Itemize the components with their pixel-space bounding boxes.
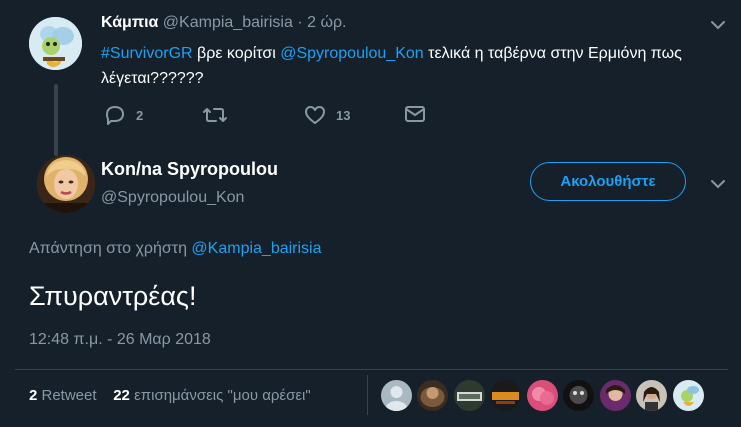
liker-avatar[interactable]	[417, 380, 448, 411]
parent-tweet-text-part1: βρε κορίτσι	[192, 45, 281, 62]
chevron-down-icon[interactable]	[710, 178, 726, 190]
header-separator: ·	[297, 14, 303, 31]
liker-avatar[interactable]	[527, 380, 558, 411]
retweet-icon	[203, 108, 227, 122]
liker-avatar[interactable]	[490, 380, 521, 411]
like-button[interactable]: 13	[304, 105, 350, 125]
main-author-name[interactable]: Kon/na Spyropoulou	[101, 159, 278, 180]
parent-author-name[interactable]: Κάμπια	[101, 14, 158, 31]
liker-avatar[interactable]	[381, 380, 412, 411]
reply-context: Απάντηση στο χρήστη @Kampia_bairisia	[29, 240, 322, 258]
heart-icon	[305, 106, 325, 124]
like-stat[interactable]: 22 επισημάνσεις "μου αρέσει"	[113, 387, 311, 404]
main-author-avatar[interactable]	[37, 155, 95, 213]
thread-connector-line	[54, 84, 58, 156]
like-count: 13	[336, 107, 351, 123]
liker-avatar[interactable]	[563, 380, 594, 411]
main-tweet-text: Σπυραντρέας!	[29, 281, 197, 311]
liker-avatar[interactable]	[673, 380, 704, 411]
liker-avatar[interactable]	[454, 380, 485, 411]
reply-mention-link[interactable]: @Kampia_bairisia	[191, 240, 321, 257]
reply-button[interactable]: 2	[104, 105, 143, 125]
chevron-down-icon[interactable]	[710, 19, 726, 31]
parent-tweet-header: Κάμπια @Kampia_bairisia · 2 ώρ.	[101, 14, 347, 32]
parent-tweet-text: #SurvivorGR βρε κορίτσι @Spyropoulou_Kon…	[101, 41, 716, 91]
parent-author-avatar[interactable]	[29, 17, 82, 70]
liker-avatar[interactable]	[636, 380, 667, 411]
retweet-button[interactable]	[202, 105, 228, 125]
retweet-stat-label: Retweet	[37, 387, 97, 404]
mention-link[interactable]: @Spyropoulou_Kon	[280, 45, 423, 62]
hashtag-link[interactable]: #SurvivorGR	[101, 45, 193, 62]
parent-author-handle[interactable]: @Kampia_bairisia	[163, 14, 293, 31]
like-stat-count: 22	[113, 387, 130, 404]
follow-button[interactable]: Ακολουθήστε	[530, 162, 686, 201]
divider	[15, 369, 728, 370]
reply-prefix: Απάντηση στο χρήστη	[29, 240, 192, 257]
stats-separator	[367, 375, 368, 415]
envelope-icon	[405, 106, 425, 122]
main-author-handle[interactable]: @Spyropoulou_Kon	[101, 189, 244, 207]
tweet-stats: 2 Retweet 22 επισημάνσεις "μου αρέσει"	[29, 387, 311, 404]
liker-avatar[interactable]	[600, 380, 631, 411]
reply-count: 2	[136, 107, 144, 123]
reply-icon	[106, 106, 124, 125]
parent-tweet-time[interactable]: 2 ώρ.	[307, 14, 346, 31]
tweet-timestamp[interactable]: 12:48 π.μ. - 26 Μαρ 2018	[29, 331, 211, 349]
like-stat-label: επισημάνσεις "μου αρέσει"	[129, 387, 311, 404]
retweet-stat[interactable]: 2 Retweet	[29, 387, 97, 404]
direct-message-button[interactable]	[404, 105, 426, 123]
